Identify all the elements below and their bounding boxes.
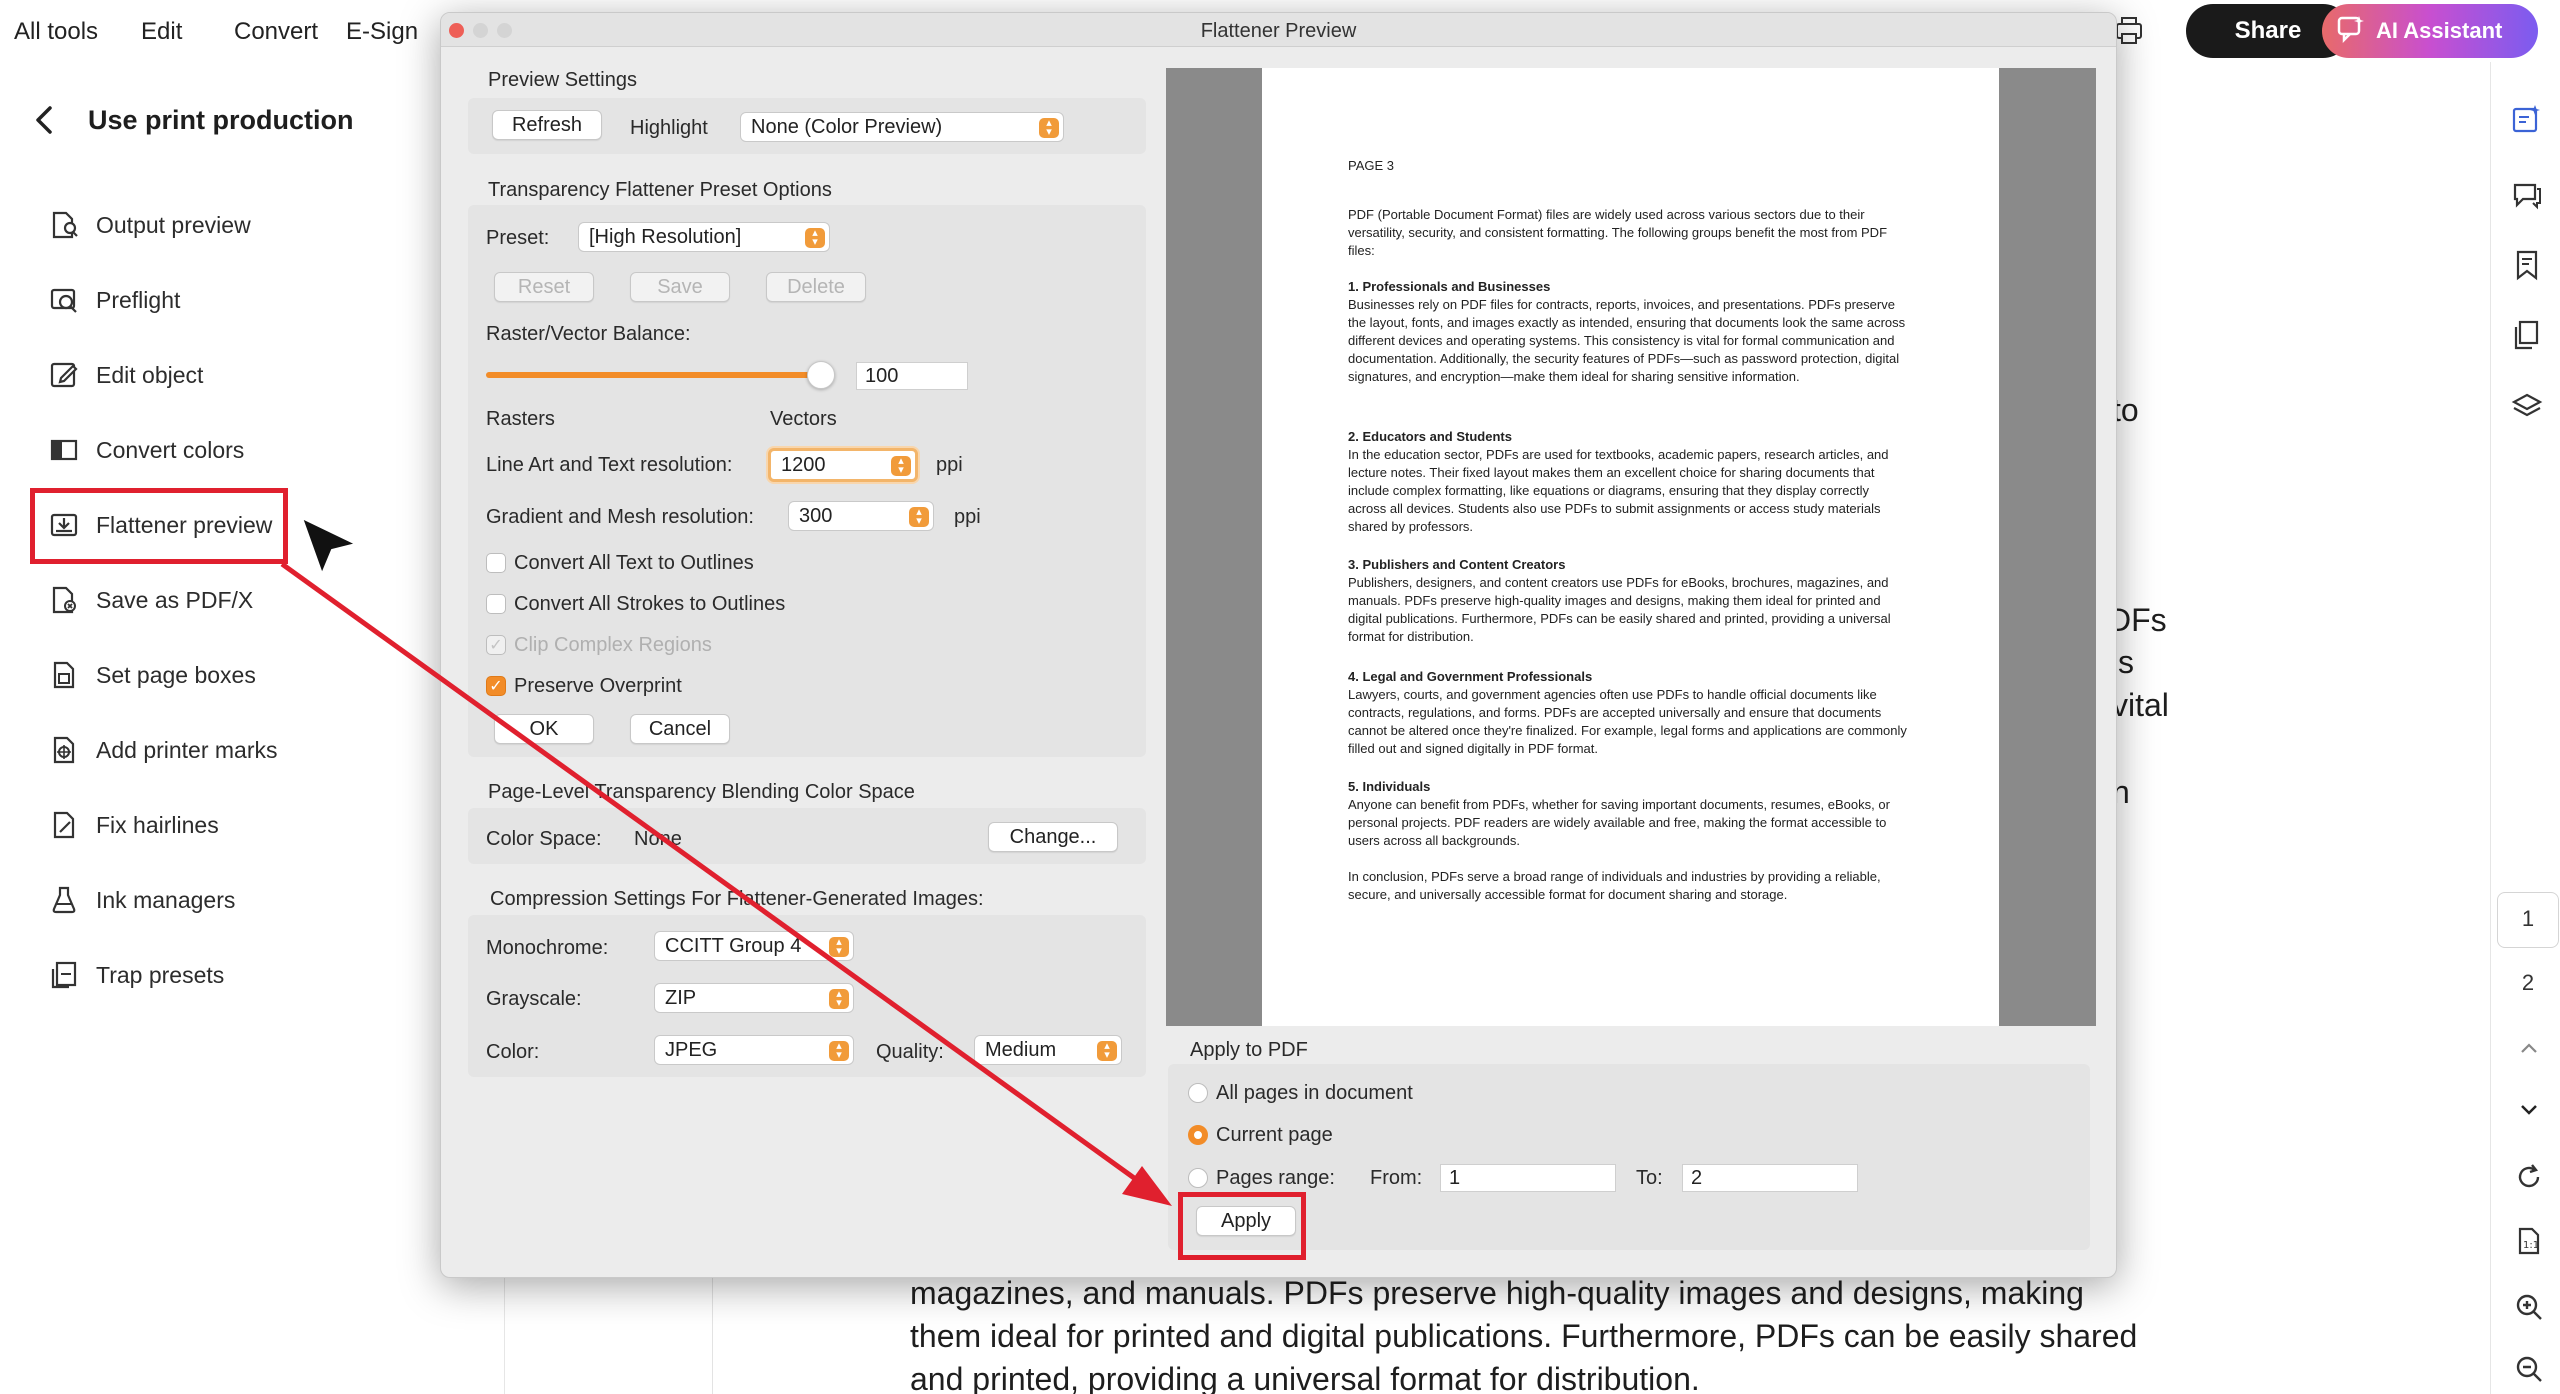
annotation-arrow [280, 561, 1172, 1206]
mouse-cursor-icon [300, 516, 359, 577]
